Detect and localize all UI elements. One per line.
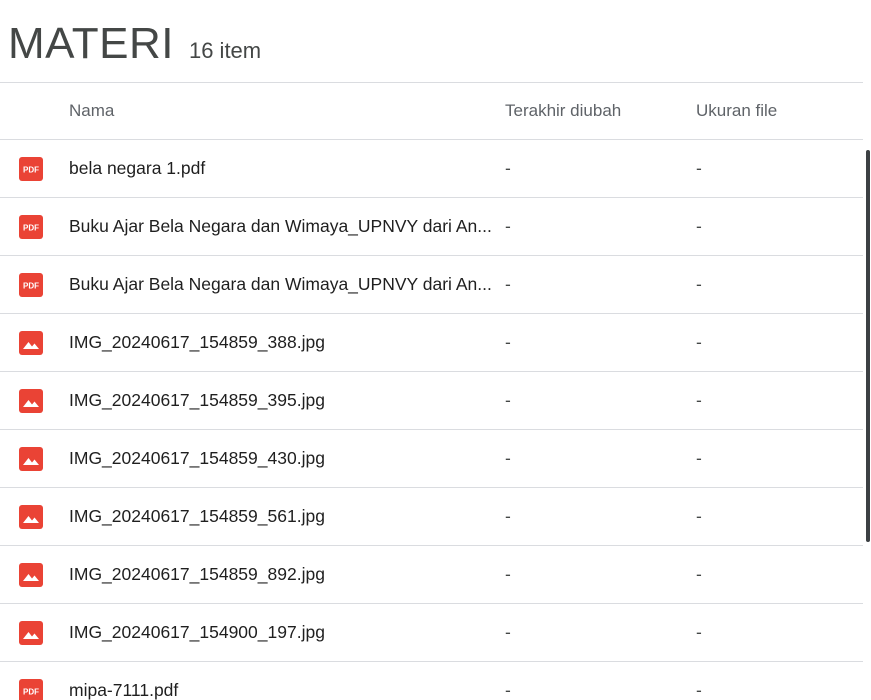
file-name[interactable]: IMG_20240617_154859_892.jpg: [69, 546, 497, 603]
file-name[interactable]: IMG_20240617_154859_395.jpg: [69, 372, 497, 429]
file-modified: -: [505, 216, 511, 236]
file-row[interactable]: PDF Buku Ajar Bela Negara dan Wimaya_UPNV…: [0, 256, 863, 314]
file-list: Nama Terakhir diubah Ukuran file PDF bela…: [0, 82, 863, 700]
svg-text:PDF: PDF: [23, 224, 39, 233]
file-size: -: [696, 390, 702, 410]
file-row[interactable]: IMG_20240617_154859_395.jpg - -: [0, 372, 863, 430]
svg-text:PDF: PDF: [23, 166, 39, 175]
column-header-modified[interactable]: Terakhir diubah: [505, 83, 621, 139]
file-row[interactable]: PDF bela negara 1.pdf - -: [0, 140, 863, 198]
column-header-name[interactable]: Nama: [69, 83, 497, 139]
file-name[interactable]: bela negara 1.pdf: [69, 140, 497, 197]
file-row[interactable]: IMG_20240617_154859_892.jpg - -: [0, 546, 863, 604]
pdf-icon: PDF: [19, 215, 43, 239]
file-list-header: Nama Terakhir diubah Ukuran file: [0, 82, 863, 140]
file-row[interactable]: PDF Buku Ajar Bela Negara dan Wimaya_UPNV…: [0, 198, 863, 256]
file-size: -: [696, 216, 702, 236]
file-name[interactable]: Buku Ajar Bela Negara dan Wimaya_UPNVY d…: [69, 198, 497, 255]
file-size: -: [696, 622, 702, 642]
file-modified: -: [505, 506, 511, 526]
file-name[interactable]: IMG_20240617_154900_197.jpg: [69, 604, 497, 661]
file-name[interactable]: IMG_20240617_154859_561.jpg: [69, 488, 497, 545]
scrollbar[interactable]: [866, 150, 870, 542]
file-name[interactable]: IMG_20240617_154859_430.jpg: [69, 430, 497, 487]
image-icon: [19, 447, 43, 471]
file-modified: -: [505, 564, 511, 584]
image-icon: [19, 505, 43, 529]
pdf-icon: PDF: [19, 157, 43, 181]
file-row[interactable]: PDF mipa-7111.pdf - -: [0, 662, 863, 700]
file-name[interactable]: mipa-7111.pdf: [69, 662, 497, 700]
svg-text:PDF: PDF: [23, 688, 39, 697]
file-modified: -: [505, 390, 511, 410]
file-row[interactable]: IMG_20240617_154859_430.jpg - -: [0, 430, 863, 488]
file-modified: -: [505, 274, 511, 294]
file-size: -: [696, 680, 702, 700]
folder-title: MATERI: [8, 19, 174, 68]
file-modified: -: [505, 622, 511, 642]
file-size: -: [696, 158, 702, 178]
pdf-icon: PDF: [19, 679, 43, 700]
file-modified: -: [505, 680, 511, 700]
file-row[interactable]: IMG_20240617_154859_388.jpg - -: [0, 314, 863, 372]
folder-header: MATERI 16 item: [8, 18, 261, 70]
file-rows: PDF bela negara 1.pdf - - PDF Buku Ajar Bela …: [0, 140, 863, 700]
image-icon: [19, 621, 43, 645]
drive-folder-view: MATERI 16 item Nama Terakhir diubah Ukur…: [0, 0, 871, 700]
file-size: -: [696, 506, 702, 526]
file-name[interactable]: IMG_20240617_154859_388.jpg: [69, 314, 497, 371]
file-size: -: [696, 448, 702, 468]
file-size: -: [696, 332, 702, 352]
item-count: 16 item: [188, 38, 262, 63]
pdf-icon: PDF: [19, 273, 43, 297]
file-name[interactable]: Buku Ajar Bela Negara dan Wimaya_UPNVY d…: [69, 256, 497, 313]
file-row[interactable]: IMG_20240617_154900_197.jpg - -: [0, 604, 863, 662]
file-size: -: [696, 274, 702, 294]
file-size: -: [696, 564, 702, 584]
file-row[interactable]: IMG_20240617_154859_561.jpg - -: [0, 488, 863, 546]
column-header-size[interactable]: Ukuran file: [696, 83, 777, 139]
svg-text:PDF: PDF: [23, 282, 39, 291]
file-modified: -: [505, 332, 511, 352]
file-modified: -: [505, 158, 511, 178]
file-modified: -: [505, 448, 511, 468]
image-icon: [19, 563, 43, 587]
image-icon: [19, 331, 43, 355]
image-icon: [19, 389, 43, 413]
